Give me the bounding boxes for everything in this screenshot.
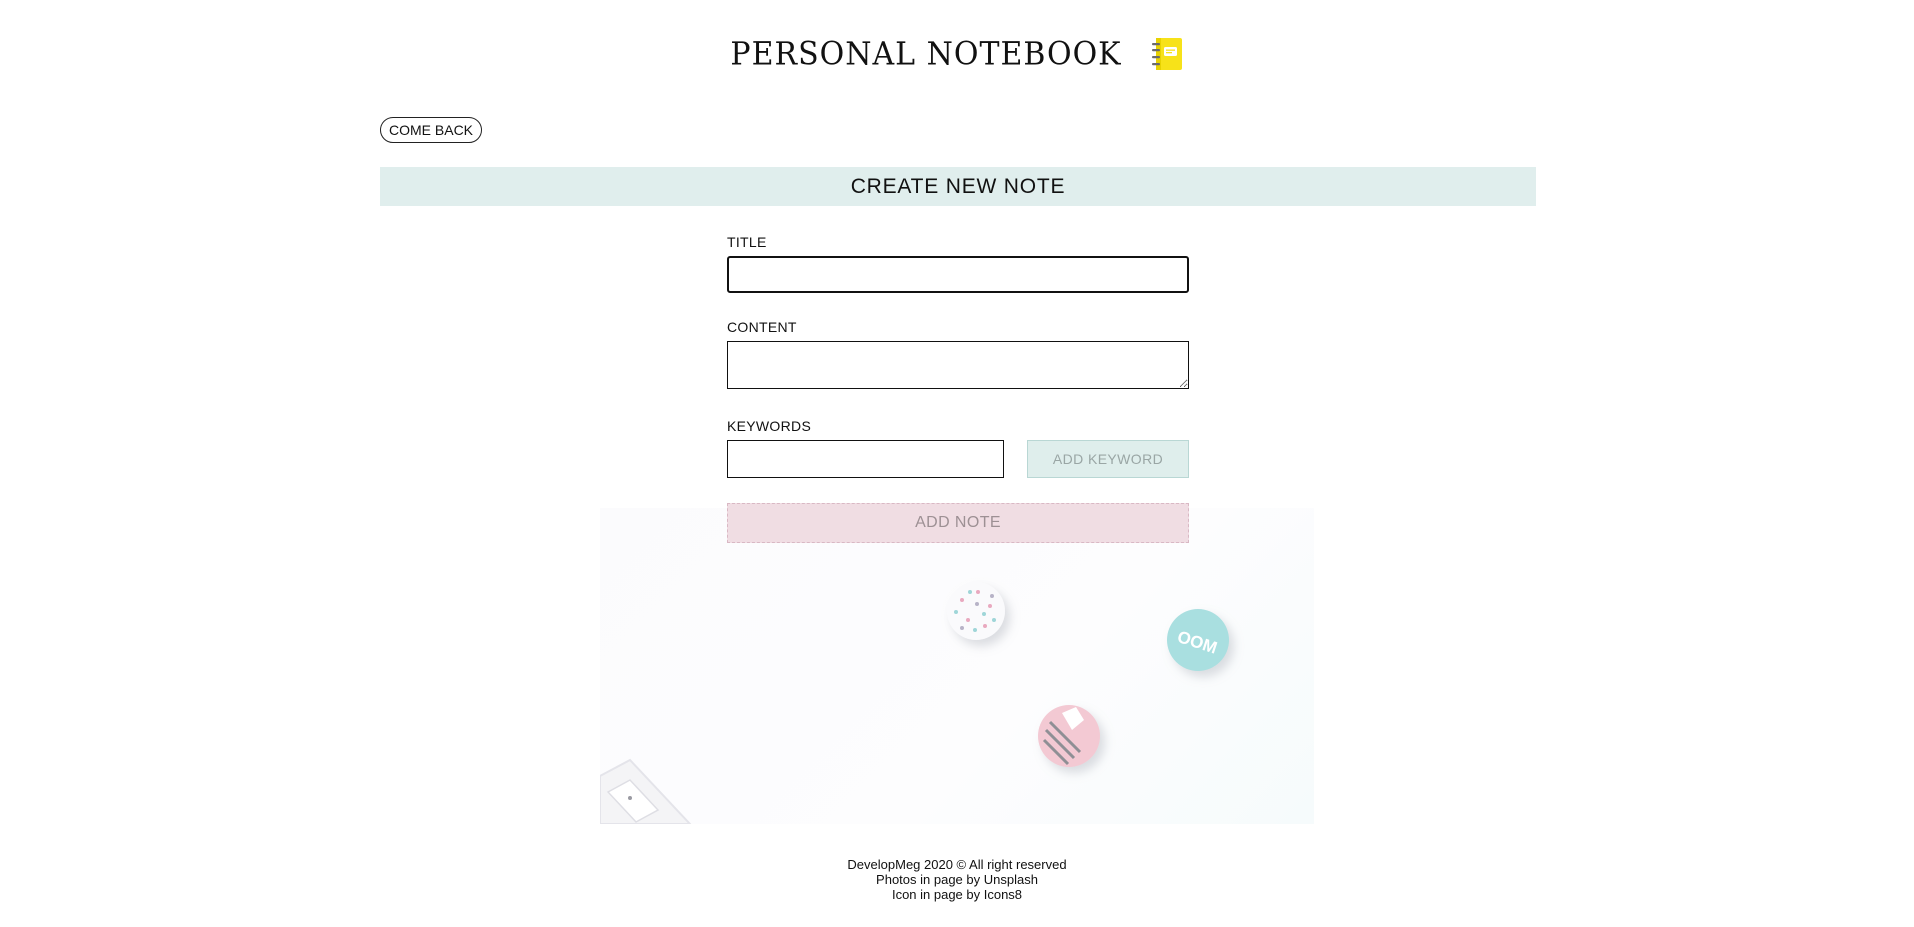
title-input[interactable]	[727, 256, 1189, 293]
add-keyword-button[interactable]: ADD KEYWORD	[1027, 440, 1189, 478]
notebook-icon	[1151, 38, 1182, 70]
content-textarea[interactable]	[727, 341, 1189, 389]
keyword-row: ADD KEYWORD	[727, 440, 1189, 478]
title-label: TITLE	[727, 234, 767, 250]
page: PERSONAL NOTEBOOK COME BACK CREATE NEW N…	[0, 0, 1914, 927]
keyword-input[interactable]	[727, 440, 1004, 478]
come-back-button[interactable]: COME BACK	[380, 117, 483, 143]
dotted-pin	[947, 582, 1005, 640]
mint-pin: OOM	[1167, 609, 1229, 671]
keyboard-corner	[600, 758, 692, 824]
section-title: CREATE NEW NOTE	[850, 174, 1066, 198]
copyright-text: DevelopMeg 2020 © All right reserved	[847, 857, 1067, 872]
brand: PERSONAL NOTEBOOK	[730, 36, 1183, 72]
site-header: PERSONAL NOTEBOOK	[0, 30, 1914, 78]
site-title: PERSONAL NOTEBOOK	[730, 35, 1122, 73]
create-note-form: TITLE CONTENT KEYWORDS ADD KEYWORD ADD N…	[727, 234, 1189, 543]
background-photo: OOM	[600, 508, 1314, 824]
site-footer: DevelopMeg 2020 © All right reserved Pho…	[0, 857, 1914, 902]
pink-pin	[1038, 705, 1100, 767]
content-label: CONTENT	[727, 319, 797, 335]
add-note-button[interactable]: ADD NOTE	[727, 503, 1189, 543]
desk-photo-illustration: OOM	[600, 582, 1229, 824]
section-banner: CREATE NEW NOTE	[380, 167, 1536, 206]
icon-credit-text: Icon in page by Icons8	[891, 887, 1023, 902]
keywords-label: KEYWORDS	[727, 418, 812, 434]
photo-credit-text: Photos in page by Unsplash	[876, 872, 1038, 887]
